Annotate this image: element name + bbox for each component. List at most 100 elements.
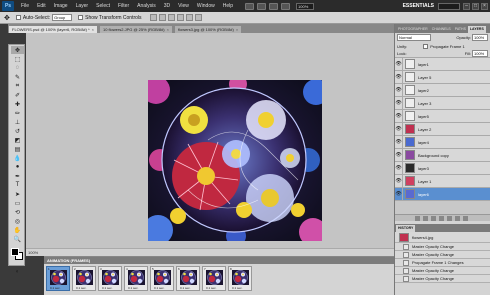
menu-window[interactable]: Window <box>193 3 219 9</box>
frame-delay-dropdown[interactable]: 0.1 sec. <box>102 286 113 290</box>
foreground-color-swatch[interactable] <box>11 248 19 256</box>
animation-frame[interactable]: 2 0.1 sec. <box>72 266 96 291</box>
animation-frame[interactable]: 3 0.1 sec. <box>98 266 122 291</box>
history-snapshot[interactable]: flowers4.jpg <box>395 232 490 243</box>
menu-image[interactable]: Image <box>50 3 72 9</box>
quick-mask-icon[interactable]: ◐ <box>11 268 24 276</box>
menu-help[interactable]: Help <box>219 3 237 9</box>
layer-row[interactable]: 👁 layer6 <box>395 187 490 201</box>
dodge-tool-icon[interactable]: ● <box>11 163 24 171</box>
animation-frame[interactable]: 1 0.1 sec. <box>46 266 70 291</box>
canvas-area[interactable] <box>26 33 394 256</box>
type-tool-icon[interactable]: T <box>11 181 24 189</box>
animation-frame[interactable]: 6 0.1 sec. <box>176 266 200 291</box>
pen-tool-icon[interactable]: ✒ <box>11 172 24 180</box>
auto-select-checkbox[interactable] <box>15 15 21 20</box>
visibility-eye-icon[interactable]: 👁 <box>395 122 403 136</box>
minimize-button[interactable]: – <box>463 2 470 10</box>
menu-3d[interactable]: 3D <box>160 3 174 9</box>
tab-layers[interactable]: LAYERS <box>467 26 486 33</box>
bridge-icon[interactable] <box>245 2 255 10</box>
tab-photographer[interactable]: PHOTOGRAPHER <box>396 26 430 33</box>
zoom-tool-icon[interactable] <box>281 2 291 10</box>
eyedropper-tool-icon[interactable]: ✐ <box>11 91 24 99</box>
visibility-eye-icon[interactable]: 👁 <box>395 109 403 123</box>
search-field[interactable] <box>438 2 460 10</box>
layer-row[interactable]: 👁 Layer 2 <box>395 122 490 136</box>
link-layers-icon[interactable] <box>415 215 420 221</box>
frame-delay-dropdown[interactable]: 0.1 sec. <box>232 286 243 290</box>
healing-brush-tool-icon[interactable]: ✚ <box>11 100 24 108</box>
layer-row[interactable]: 👁 Layer 5 <box>395 70 490 84</box>
new-layer-icon[interactable] <box>455 215 460 221</box>
tab-flowers3-jpg[interactable]: flowers3.jpg @ 100% (RGB/8#) × <box>173 25 243 33</box>
visibility-eye-icon[interactable]: 👁 <box>395 70 403 84</box>
zoom-tool-icon[interactable]: 🔍 <box>11 235 24 243</box>
align-left-icon[interactable] <box>176 14 184 21</box>
blend-mode-dropdown[interactable]: Normal <box>397 34 431 41</box>
visibility-eye-icon[interactable]: 👁 <box>395 161 403 175</box>
layer-row[interactable]: 👁 layer3 <box>395 161 490 175</box>
frame-delay-dropdown[interactable]: 0.1 sec. <box>180 286 191 290</box>
crop-tool-icon[interactable]: ⌗ <box>11 82 24 90</box>
eraser-tool-icon[interactable]: ◩ <box>11 136 24 144</box>
mini-bridge-icon[interactable] <box>257 2 267 10</box>
path-selection-tool-icon[interactable]: ➤ <box>11 190 24 198</box>
layer-row[interactable]: 👁 Background copy <box>395 148 490 162</box>
menu-layer[interactable]: Layer <box>72 3 93 9</box>
shape-tool-icon[interactable]: ▭ <box>11 199 24 207</box>
layer-row[interactable]: 👁 layer4 <box>395 135 490 149</box>
frame-delay-dropdown[interactable]: 0.1 sec. <box>206 286 217 290</box>
frame-delay-dropdown[interactable]: 0.1 sec. <box>128 286 139 290</box>
auto-select-dropdown[interactable]: Group <box>52 14 73 21</box>
menu-filter[interactable]: Filter <box>114 3 133 9</box>
history-state[interactable]: Master Opacity Change <box>395 243 490 251</box>
visibility-eye-icon[interactable]: 👁 <box>395 58 403 71</box>
menu-select[interactable]: Select <box>92 3 114 9</box>
close-icon[interactable]: × <box>92 27 94 32</box>
animation-frame[interactable]: 5 0.1 sec. <box>150 266 174 291</box>
close-button[interactable]: × <box>481 2 488 10</box>
hand-tool-icon[interactable]: ✋ <box>11 226 24 234</box>
gradient-tool-icon[interactable]: ▤ <box>11 145 24 153</box>
visibility-eye-icon[interactable]: 👁 <box>395 187 403 201</box>
animation-frame[interactable]: 8 0.1 sec. <box>228 266 252 291</box>
blur-tool-icon[interactable]: 💧 <box>11 154 24 162</box>
tab-flowers-psd[interactable]: FLOWERS.psd @ 100% (layer6, RGB/8#) * × <box>8 25 98 33</box>
visibility-eye-icon[interactable]: 👁 <box>395 135 403 149</box>
layer-row[interactable]: 👁 Layer 3 <box>395 96 490 110</box>
workspace-switcher[interactable]: ESSENTIALS <box>403 3 434 9</box>
history-brush-tool-icon[interactable]: ↺ <box>11 127 24 135</box>
layer-style-icon[interactable] <box>423 215 428 221</box>
new-group-icon[interactable] <box>447 215 452 221</box>
tab-history[interactable]: HISTORY <box>396 225 416 232</box>
history-state[interactable]: Propagate Frame 1 Changes <box>395 259 490 267</box>
visibility-eye-icon[interactable]: 👁 <box>395 96 403 110</box>
menu-file[interactable]: File <box>17 3 33 9</box>
marquee-tool-icon[interactable]: ⬚ <box>11 55 24 63</box>
tab-paths[interactable]: PATHS <box>453 26 468 33</box>
align-right-icon[interactable] <box>194 14 202 21</box>
align-center-icon[interactable] <box>185 14 193 21</box>
history-state[interactable]: Master Opacity Change <box>395 251 490 259</box>
history-state[interactable]: Master Opacity Change <box>395 275 490 283</box>
align-middle-icon[interactable] <box>158 14 166 21</box>
visibility-eye-icon[interactable]: 👁 <box>395 148 403 162</box>
menu-analysis[interactable]: Analysis <box>133 3 160 9</box>
layer-row[interactable]: 👁 Layer 1 <box>395 174 490 188</box>
show-transform-checkbox[interactable] <box>78 15 84 20</box>
tab-channels[interactable]: CHANNELS <box>430 26 453 33</box>
history-state[interactable]: Master Opacity Change <box>395 267 490 275</box>
color-swatches[interactable] <box>10 247 25 262</box>
hand-tool-icon[interactable] <box>269 2 279 10</box>
layer-row[interactable]: 👁 layer1 <box>395 58 490 71</box>
align-bottom-icon[interactable] <box>167 14 175 21</box>
frame-delay-dropdown[interactable]: 0.1 sec. <box>50 286 61 290</box>
animation-frame[interactable]: 4 0.1 sec. <box>124 266 148 291</box>
move-tool-icon[interactable]: ✥ <box>4 14 10 22</box>
zoom-level-field[interactable]: 100% <box>296 2 315 10</box>
layer-row[interactable]: 👁 layer2 <box>395 83 490 97</box>
quick-select-tool-icon[interactable]: ✎ <box>11 73 24 81</box>
menu-edit[interactable]: Edit <box>33 3 50 9</box>
lasso-tool-icon[interactable]: ◌ <box>11 64 24 72</box>
